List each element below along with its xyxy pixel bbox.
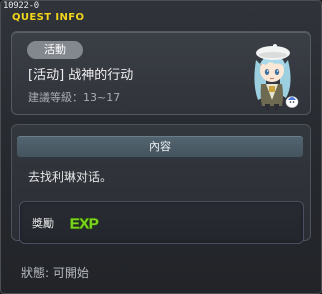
quest-category-tag: 活動	[27, 41, 83, 59]
quest-name: [活动] 战神的行动	[28, 68, 134, 83]
exp-icon: EXP	[69, 215, 100, 233]
quest-description: 去找利琳对话。	[28, 170, 113, 184]
quest-summary-panel: 活動 [活动] 战神的行动 建議等級：13~17	[11, 31, 311, 115]
window-title: QUEST INFO	[12, 12, 85, 23]
reward-label: 獎勵	[32, 217, 54, 230]
quest-level-requirement: 建議等級：13~17	[28, 91, 121, 104]
content-header: 內容	[17, 136, 303, 157]
window-id-label: 10922-0	[3, 1, 39, 11]
exp-icon-text: EXP	[70, 216, 99, 233]
quest-info-window: 10922-0 QUEST INFO 活動 [活动] 战神的行动 建議等級：13…	[0, 0, 322, 294]
quest-content-panel: 內容 去找利琳对话。 獎勵 EXP	[11, 124, 311, 244]
npc-girl-with-beret-icon	[254, 44, 299, 110]
quest-status: 狀態: 可開始	[21, 266, 89, 280]
reward-box: 獎勵 EXP	[19, 201, 304, 244]
